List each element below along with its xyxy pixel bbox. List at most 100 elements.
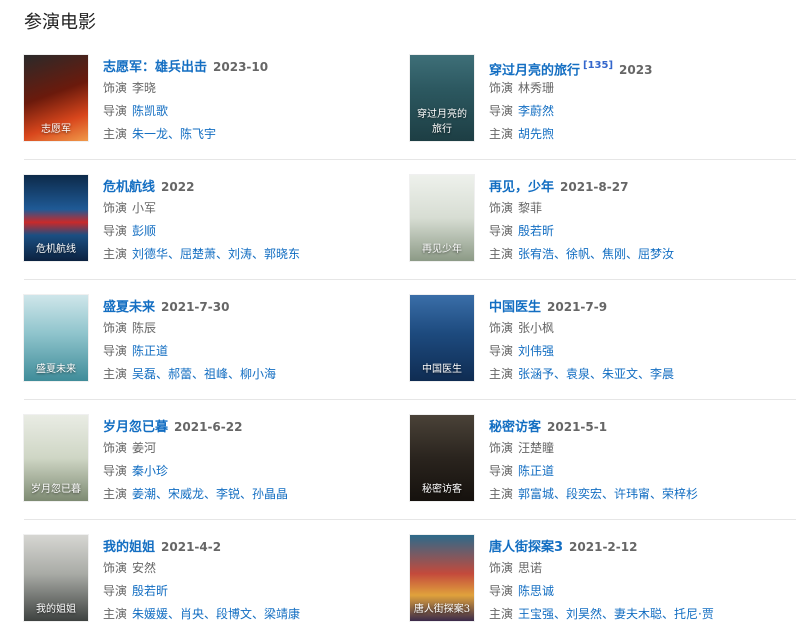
cast-links[interactable]: 朱媛媛、肖央、段博文、梁靖康: [132, 607, 300, 621]
movie-poster[interactable]: 秘密访客: [410, 415, 474, 501]
cast-line: 主演 郭富城、段奕宏、许玮甯、荣梓杉: [489, 483, 789, 506]
role-label: 饰演: [103, 201, 128, 215]
movie-poster[interactable]: 唐人街探案3: [410, 535, 474, 621]
role-line: 饰演 姜河: [103, 437, 403, 460]
movie-poster[interactable]: 危机航线: [24, 175, 88, 261]
movie-title-line: 唐人街探案3 2021-2-12: [489, 535, 789, 557]
movie-poster[interactable]: 再见少年: [410, 175, 474, 261]
movie-poster[interactable]: 我的姐姐: [24, 535, 88, 621]
role-label: 饰演: [103, 561, 128, 575]
role-line: 饰演 林秀珊: [489, 77, 789, 100]
director-line: 导演 刘伟强: [489, 340, 789, 363]
cast-links[interactable]: 胡先煦: [518, 127, 554, 141]
cast-label: 主演: [103, 487, 128, 501]
movie-date: 2021-8-27: [560, 180, 629, 194]
role-line: 饰演 安然: [103, 557, 403, 580]
role-value: 汪楚瞳: [518, 441, 555, 455]
cast-links[interactable]: 朱一龙、陈飞宇: [132, 127, 216, 141]
movie-date: 2021-4-2: [161, 540, 222, 554]
movie-title-line: 穿过月亮的旅行 [135] 2023: [489, 55, 789, 78]
movie-title-line: 盛夏未来 2021-7-30: [103, 295, 403, 317]
role-value: 小军: [132, 201, 157, 215]
director-link[interactable]: 陈凯歌: [132, 104, 168, 118]
director-line: 导演 陈凯歌: [103, 100, 403, 123]
movie-info: 再见，少年 2021-8-27 饰演 黎菲 导演 殷若昕 主演 张宥浩、徐帆、焦刚、屈梦…: [489, 175, 789, 266]
director-link[interactable]: 殷若昕: [518, 224, 554, 238]
movie-title-line: 秘密访客 2021-5-1: [489, 415, 789, 437]
movie-date: 2021-2-12: [569, 540, 638, 554]
director-line: 导演 殷若昕: [489, 220, 789, 243]
cast-links[interactable]: 郭富城、段奕宏、许玮甯、荣梓杉: [518, 487, 698, 501]
poster-text: 危机航线: [36, 244, 76, 255]
movie-card: 秘密访客 秘密访客 2021-5-1 饰演 汪楚瞳 导演 陈正道 主演 郭富城、段奕宏、…: [410, 400, 796, 520]
director-link[interactable]: 陈思诚: [518, 584, 554, 598]
movie-title-link[interactable]: 再见，少年: [489, 180, 554, 195]
movie-title-link[interactable]: 秘密访客: [489, 420, 541, 435]
poster-text: 我的姐姐: [36, 604, 76, 615]
movie-title-link[interactable]: 志愿军：雄兵出击: [103, 60, 207, 75]
director-link[interactable]: 陈正道: [518, 464, 554, 478]
cast-line: 主演 朱一龙、陈飞宇: [103, 123, 403, 146]
poster-text: 再见少年: [422, 244, 462, 255]
role-label: 饰演: [103, 81, 128, 95]
director-label: 导演: [489, 584, 514, 598]
reference-link[interactable]: [135]: [583, 60, 613, 71]
director-label: 导演: [489, 104, 514, 118]
cast-line: 主演 胡先煦: [489, 123, 789, 146]
movie-title-link[interactable]: 中国医生: [489, 300, 541, 315]
director-label: 导演: [489, 224, 514, 238]
cast-line: 主演 张宥浩、徐帆、焦刚、屈梦汝: [489, 243, 789, 266]
role-line: 饰演 思诺: [489, 557, 789, 580]
director-link[interactable]: 李蔚然: [518, 104, 554, 118]
movie-info: 志愿军：雄兵出击 2023-10 饰演 李晓 导演 陈凯歌 主演 朱一龙、陈飞宇: [103, 55, 403, 146]
director-line: 导演 彭顺: [103, 220, 403, 243]
director-label: 导演: [103, 104, 128, 118]
movie-title-link[interactable]: 盛夏未来: [103, 300, 155, 315]
movie-grid: 志愿军 志愿军：雄兵出击 2023-10 饰演 李晓 导演 陈凯歌 主演 朱一龙、陈飞宇…: [24, 40, 796, 640]
movie-info: 唐人街探案3 2021-2-12 饰演 思诺 导演 陈思诚 主演 王宝强、刘昊然、妻夫木…: [489, 535, 789, 626]
cast-line: 主演 王宝强、刘昊然、妻夫木聪、托尼·贾: [489, 603, 789, 626]
movie-title-line: 危机航线 2022: [103, 175, 403, 197]
cast-label: 主演: [489, 247, 514, 261]
movie-poster[interactable]: 穿过月亮的旅行: [410, 55, 474, 141]
role-value: 姜河: [132, 441, 157, 455]
cast-links[interactable]: 姜潮、宋威龙、李锐、孙晶晶: [132, 487, 288, 501]
movie-card: 盛夏未来 盛夏未来 2021-7-30 饰演 陈辰 导演 陈正道 主演 吴磊、郝蕾、祖峰…: [24, 280, 410, 400]
movie-info: 秘密访客 2021-5-1 饰演 汪楚瞳 导演 陈正道 主演 郭富城、段奕宏、许玮甯、荣…: [489, 415, 789, 506]
role-label: 饰演: [103, 321, 128, 335]
movie-date: 2022: [161, 180, 195, 194]
poster-text: 志愿军: [41, 124, 71, 135]
movie-poster[interactable]: 志愿军: [24, 55, 88, 141]
cast-links[interactable]: 吴磊、郝蕾、祖峰、柳小海: [132, 367, 276, 381]
role-line: 饰演 张小枫: [489, 317, 789, 340]
cast-line: 主演 姜潮、宋威龙、李锐、孙晶晶: [103, 483, 403, 506]
movie-title-link[interactable]: 岁月忽已暮: [103, 420, 168, 435]
cast-links[interactable]: 王宝强、刘昊然、妻夫木聪、托尼·贾: [518, 607, 714, 621]
cast-line: 主演 朱媛媛、肖央、段博文、梁靖康: [103, 603, 403, 626]
movie-poster[interactable]: 岁月忽已暮: [24, 415, 88, 501]
movie-title-link[interactable]: 我的姐姐: [103, 540, 155, 555]
movie-poster[interactable]: 中国医生: [410, 295, 474, 381]
movie-info: 中国医生 2021-7-9 饰演 张小枫 导演 刘伟强 主演 张涵予、袁泉、朱亚文、李晨: [489, 295, 789, 386]
poster-text: 盛夏未来: [36, 364, 76, 375]
cast-label: 主演: [103, 127, 128, 141]
director-link[interactable]: 秦小珍: [132, 464, 168, 478]
cast-links[interactable]: 刘德华、屈楚萧、刘涛、郭晓东: [132, 247, 300, 261]
role-value: 安然: [132, 561, 157, 575]
director-link[interactable]: 刘伟强: [518, 344, 554, 358]
cast-links[interactable]: 张涵予、袁泉、朱亚文、李晨: [518, 367, 674, 381]
movie-poster[interactable]: 盛夏未来: [24, 295, 88, 381]
movie-card: 志愿军 志愿军：雄兵出击 2023-10 饰演 李晓 导演 陈凯歌 主演 朱一龙、陈飞宇: [24, 40, 410, 160]
director-line: 导演 殷若昕: [103, 580, 403, 603]
director-link[interactable]: 彭顺: [132, 224, 156, 238]
movie-title-line: 我的姐姐 2021-4-2: [103, 535, 403, 557]
movie-date: 2021-7-9: [547, 300, 608, 314]
movie-card: 危机航线 危机航线 2022 饰演 小军 导演 彭顺 主演 刘德华、屈楚萧、刘涛、郭晓东: [24, 160, 410, 280]
cast-label: 主演: [103, 367, 128, 381]
movie-title-link[interactable]: 唐人街探案3: [489, 540, 563, 555]
movie-title-link[interactable]: 危机航线: [103, 180, 155, 195]
director-line: 导演 陈正道: [103, 340, 403, 363]
director-link[interactable]: 殷若昕: [132, 584, 168, 598]
cast-links[interactable]: 张宥浩、徐帆、焦刚、屈梦汝: [518, 247, 674, 261]
director-link[interactable]: 陈正道: [132, 344, 168, 358]
